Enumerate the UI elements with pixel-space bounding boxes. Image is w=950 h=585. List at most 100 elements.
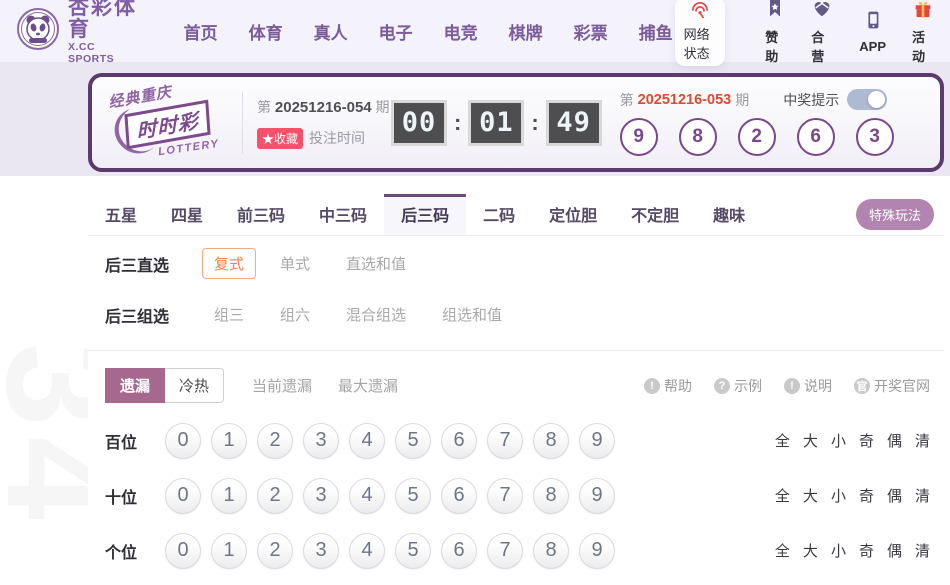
- row-action-button[interactable]: 全: [775, 485, 790, 506]
- help-link[interactable]: ! 帮助: [644, 376, 692, 396]
- number-ball[interactable]: 7: [487, 478, 523, 514]
- bet-option[interactable]: 单式: [268, 248, 322, 279]
- number-ball[interactable]: 1: [211, 478, 247, 514]
- row-action-button[interactable]: 全: [775, 430, 790, 451]
- sponsor-link[interactable]: 赞助: [765, 0, 785, 65]
- nav-item[interactable]: 彩票: [572, 13, 610, 50]
- number-ball[interactable]: 3: [303, 533, 339, 569]
- app-label: APP: [859, 39, 886, 54]
- row-action-button[interactable]: 清: [915, 430, 930, 451]
- play-mode-tab[interactable]: 趣味: [696, 194, 762, 235]
- result-ball: 6: [797, 118, 835, 156]
- number-ball[interactable]: 5: [395, 478, 431, 514]
- special-play-button[interactable]: 特殊玩法: [856, 199, 934, 230]
- favorite-button[interactable]: ★收藏: [257, 128, 303, 149]
- app-link[interactable]: APP: [859, 9, 886, 54]
- play-mode-tab[interactable]: 后三码: [384, 194, 466, 235]
- row-action-button[interactable]: 小: [831, 540, 846, 561]
- row-action-button[interactable]: 大: [803, 430, 818, 451]
- row-action-button[interactable]: 奇: [859, 485, 874, 506]
- row-label: 百位: [105, 429, 165, 453]
- nav-item[interactable]: 棋牌: [507, 13, 545, 50]
- activity-link[interactable]: 活动: [912, 0, 934, 65]
- miss-link[interactable]: 最大遗漏: [338, 375, 398, 396]
- number-ball[interactable]: 4: [349, 533, 385, 569]
- number-ball[interactable]: 8: [533, 423, 569, 459]
- play-mode-tab[interactable]: 定位胆: [532, 194, 614, 235]
- number-ball[interactable]: 6: [441, 478, 477, 514]
- row-label: 十位: [105, 484, 165, 508]
- play-mode-tab[interactable]: 五星: [88, 194, 154, 235]
- row-action-button[interactable]: 奇: [859, 540, 874, 561]
- row-action-button[interactable]: 清: [915, 485, 930, 506]
- row-action-button[interactable]: 偶: [887, 430, 902, 451]
- number-ball[interactable]: 8: [533, 478, 569, 514]
- number-ball[interactable]: 6: [441, 423, 477, 459]
- cooperation-heart-icon: [811, 0, 833, 24]
- segment-button[interactable]: 遗漏: [105, 368, 165, 403]
- bet-option[interactable]: 组六: [268, 299, 322, 330]
- help-link[interactable]: ! 说明: [784, 376, 832, 396]
- bet-option[interactable]: 混合组选: [334, 299, 418, 330]
- brand-logo[interactable]: 杏彩体育 X.CC SPORTS: [16, 0, 144, 65]
- nav-item[interactable]: 电竞: [442, 13, 480, 50]
- main-content: 五星四星前三码中三码后三码二码定位胆不定胆趣味 特殊玩法 后三直选 复式单式直选…: [88, 176, 944, 585]
- number-ball[interactable]: 3: [303, 423, 339, 459]
- bet-option[interactable]: 组三: [202, 299, 256, 330]
- number-ball[interactable]: 6: [441, 533, 477, 569]
- number-ball[interactable]: 9: [579, 533, 615, 569]
- network-status-card[interactable]: 网络状态: [675, 0, 726, 66]
- number-ball[interactable]: 7: [487, 423, 523, 459]
- number-ball[interactable]: 0: [165, 533, 201, 569]
- cooperation-link[interactable]: 合营: [811, 0, 833, 65]
- row-action-button[interactable]: 偶: [887, 485, 902, 506]
- bet-option[interactable]: 直选和值: [334, 248, 418, 279]
- row-action-button[interactable]: 小: [831, 485, 846, 506]
- nav-item[interactable]: 真人: [312, 13, 350, 50]
- play-mode-tab[interactable]: 四星: [154, 194, 220, 235]
- nav-item[interactable]: 电子: [377, 13, 415, 50]
- bet-group-title: 后三直选: [105, 252, 202, 276]
- number-ball[interactable]: 4: [349, 478, 385, 514]
- help-link[interactable]: ? 示例: [714, 376, 762, 396]
- play-mode-tab[interactable]: 前三码: [220, 194, 302, 235]
- play-mode-tab[interactable]: 不定胆: [614, 194, 696, 235]
- number-ball[interactable]: 5: [395, 533, 431, 569]
- number-ball[interactable]: 1: [211, 533, 247, 569]
- nav-item[interactable]: 首页: [182, 13, 220, 50]
- number-ball[interactable]: 7: [487, 533, 523, 569]
- row-action-button[interactable]: 偶: [887, 540, 902, 561]
- nav-item[interactable]: 体育: [247, 13, 285, 50]
- number-ball[interactable]: 8: [533, 533, 569, 569]
- main-nav: 首页体育真人电子电竞棋牌彩票捕鱼: [182, 13, 675, 50]
- bet-option[interactable]: 复式: [202, 248, 256, 279]
- segment-button[interactable]: 冷热: [165, 368, 224, 403]
- number-ball[interactable]: 2: [257, 478, 293, 514]
- number-ball[interactable]: 0: [165, 478, 201, 514]
- row-action-button[interactable]: 大: [803, 540, 818, 561]
- number-ball[interactable]: 2: [257, 423, 293, 459]
- help-link[interactable]: 官 开奖官网: [854, 376, 930, 396]
- number-ball[interactable]: 9: [579, 478, 615, 514]
- number-ball[interactable]: 5: [395, 423, 431, 459]
- row-action-button[interactable]: 大: [803, 485, 818, 506]
- play-mode-tab[interactable]: 二码: [466, 194, 532, 235]
- row-action-button[interactable]: 清: [915, 540, 930, 561]
- last-period-number: 20251216-053: [638, 92, 732, 108]
- win-tip-toggle[interactable]: [847, 89, 887, 110]
- miss-link[interactable]: 当前遗漏: [252, 375, 312, 396]
- row-action-button[interactable]: 奇: [859, 430, 874, 451]
- row-action-button[interactable]: 全: [775, 540, 790, 561]
- tab-list: 五星四星前三码中三码后三码二码定位胆不定胆趣味: [88, 194, 762, 235]
- number-ball[interactable]: 1: [211, 423, 247, 459]
- number-ball[interactable]: 4: [349, 423, 385, 459]
- bet-option[interactable]: 组选和值: [430, 299, 514, 330]
- number-ball[interactable]: 3: [303, 478, 339, 514]
- number-ball[interactable]: 0: [165, 423, 201, 459]
- row-action-button[interactable]: 小: [831, 430, 846, 451]
- help-link-label: 开奖官网: [874, 376, 930, 396]
- play-mode-tab[interactable]: 中三码: [302, 194, 384, 235]
- number-ball[interactable]: 2: [257, 533, 293, 569]
- number-ball[interactable]: 9: [579, 423, 615, 459]
- nav-item[interactable]: 捕鱼: [637, 13, 675, 50]
